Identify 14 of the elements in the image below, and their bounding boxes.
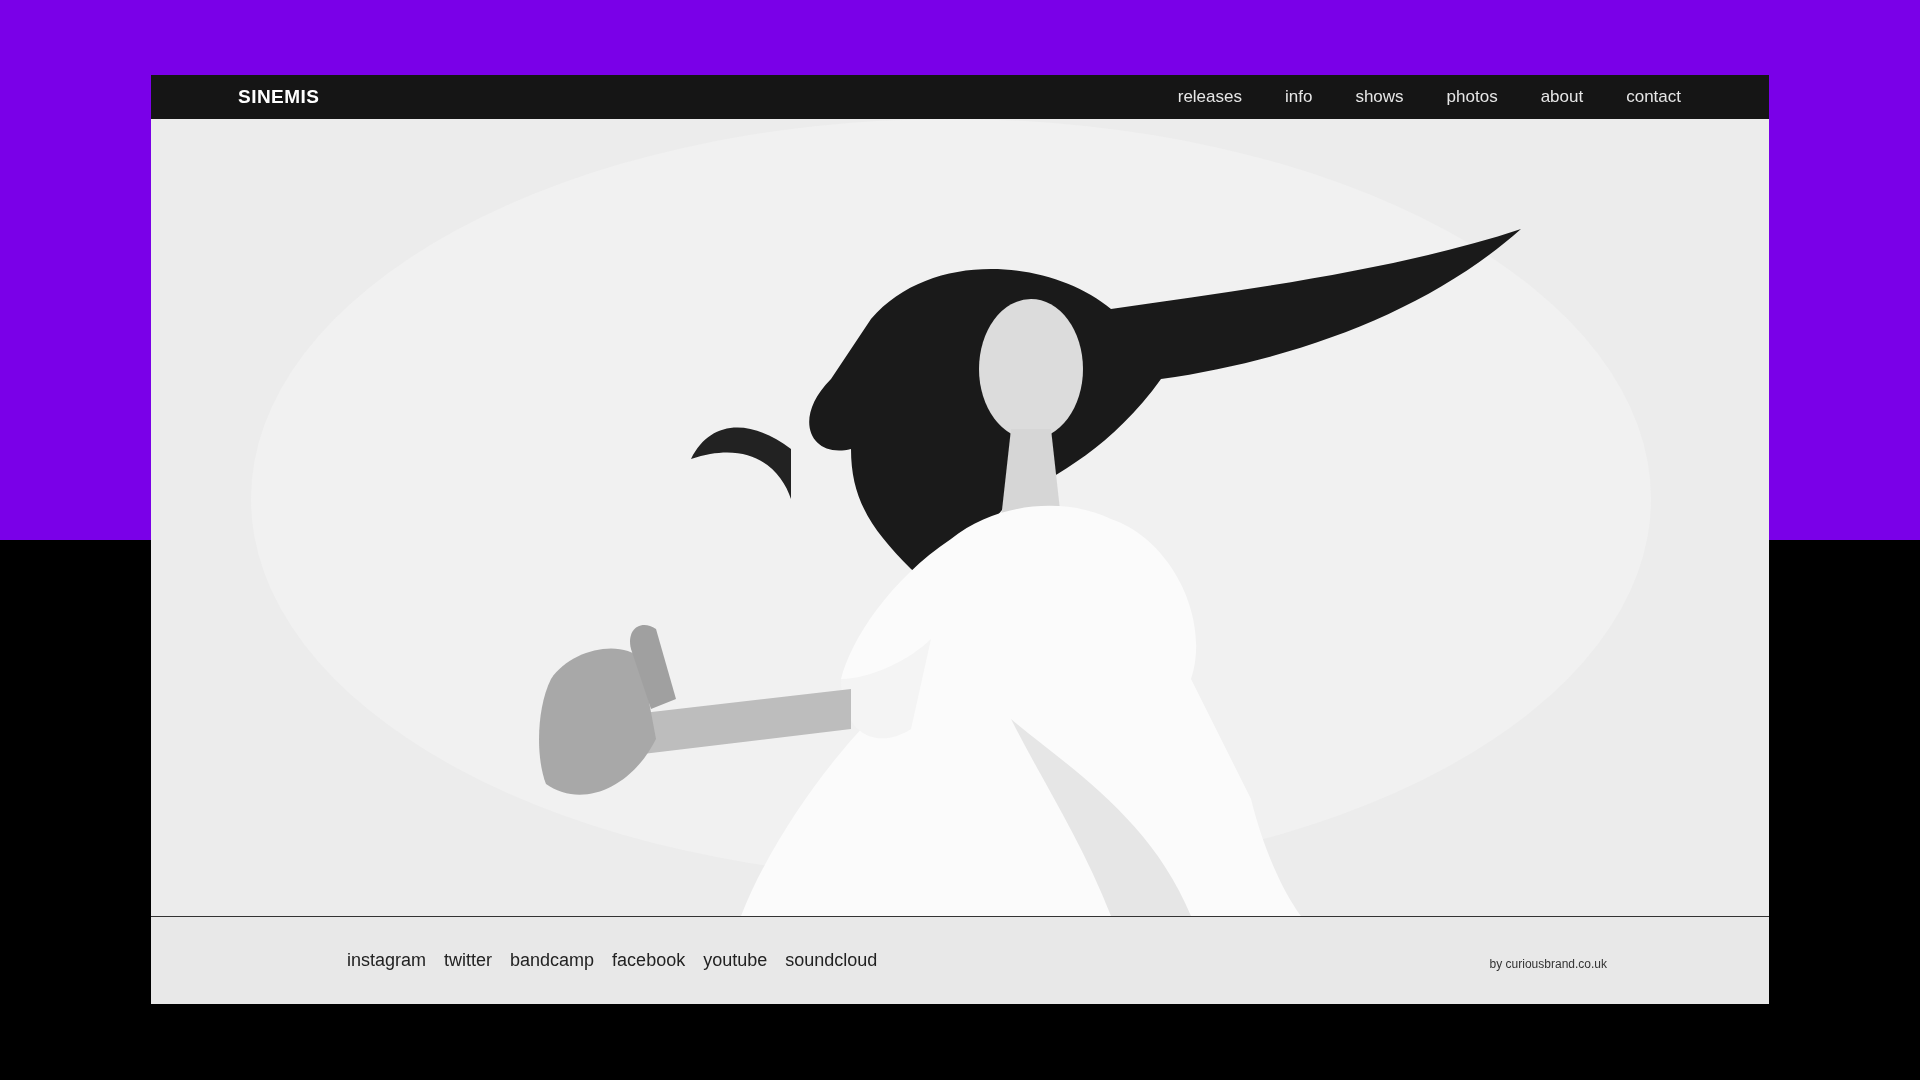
social-link[interactable]: instagram [347, 947, 427, 974]
nav-link[interactable]: photos [1446, 84, 1498, 110]
site-logo[interactable]: SINEMIS [238, 82, 320, 112]
nav-link[interactable]: info [1285, 84, 1313, 110]
social-link[interactable]: bandcamp [510, 947, 595, 974]
social-link[interactable]: facebook [612, 947, 686, 974]
social-link[interactable]: twitter [444, 947, 493, 974]
credit-link[interactable]: by curiousbrand.co.uk [1489, 954, 1607, 973]
social-link[interactable]: soundcloud [785, 947, 878, 974]
nav-link[interactable]: releases [1177, 84, 1242, 110]
nav-link[interactable]: shows [1355, 84, 1404, 110]
nav-link[interactable]: contact [1626, 84, 1681, 110]
social-link[interactable]: youtube [703, 947, 768, 974]
nav-link[interactable]: about [1540, 84, 1584, 110]
